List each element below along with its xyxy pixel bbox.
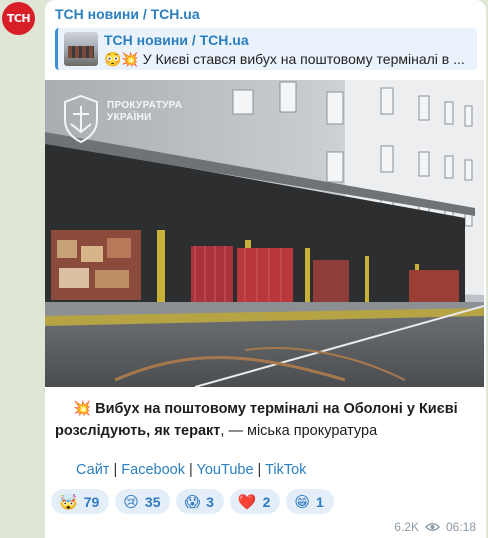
reaction-grin[interactable]: 😁 1 — [286, 489, 334, 514]
link-separator: | — [184, 462, 197, 478]
eye-icon — [424, 523, 440, 531]
link-facebook[interactable]: Facebook — [121, 462, 185, 478]
reactions-bar: 🤯 79 😢 35 😱 3 ❤️ 2 😁 1 — [51, 489, 334, 514]
reaction-count: 3 — [206, 493, 214, 510]
crying-face-icon: 😢 — [123, 492, 139, 511]
reply-preview[interactable]: ТСН новини / TCH.ua 😳💥 У Києві стався ви… — [55, 28, 477, 70]
caption-rest: , — міська прокуратура — [220, 423, 378, 439]
link-separator: | — [253, 462, 266, 478]
message-caption: 💥 Вибух на поштовому терміналі на Оболон… — [55, 398, 475, 442]
warehouse-photo — [45, 80, 484, 387]
view-count: 6.2K — [394, 520, 419, 534]
message-time: 06:18 — [445, 520, 476, 534]
reaction-exploding-head[interactable]: 🤯 79 — [51, 489, 110, 514]
message-bubble: ТСН новини / TCH.ua ТСН новини / TCH.ua … — [45, 0, 486, 538]
link-youtube[interactable]: YouTube — [197, 462, 254, 478]
logo-line-1: ПРОКУРАТУРА — [107, 100, 183, 111]
reply-title: ТСН новини / TCH.ua — [104, 32, 249, 48]
heart-icon: ❤️ — [237, 492, 257, 511]
caption-emoji: 💥 — [73, 401, 92, 417]
reply-thumbnail — [64, 32, 98, 66]
grinning-face-icon: 😁 — [294, 492, 311, 511]
reaction-crying[interactable]: 😢 35 — [115, 489, 171, 514]
reaction-count: 1 — [316, 493, 324, 510]
reaction-count: 35 — [144, 493, 161, 510]
exploding-head-icon: 🤯 — [59, 492, 78, 511]
message-meta: 6.2K 06:18 — [394, 520, 476, 534]
channel-avatar[interactable]: ТСН — [2, 2, 35, 35]
reaction-count: 2 — [262, 493, 271, 510]
reply-text: 😳💥 У Києві стався вибух на поштовому тер… — [104, 51, 465, 67]
reaction-count: 79 — [83, 493, 100, 510]
photo-logo-text: ПРОКУРАТУРА УКРАЇНИ — [107, 100, 182, 124]
link-tiktok[interactable]: TikTok — [265, 462, 306, 478]
reaction-heart[interactable]: ❤️ 2 — [229, 489, 281, 514]
link-site[interactable]: Сайт — [76, 462, 109, 478]
channel-name[interactable]: ТСН новини / TCH.ua — [55, 6, 200, 22]
reaction-screaming[interactable]: 😱 3 — [176, 489, 224, 514]
screaming-face-icon: 😱 — [184, 492, 201, 511]
link-separator: | — [109, 462, 122, 478]
logo-line-2: УКРАЇНИ — [107, 112, 152, 123]
channel-links: Сайт | Facebook | YouTube | TikTok — [76, 462, 306, 478]
message-photo[interactable]: ПРОКУРАТУРА УКРАЇНИ — [45, 80, 484, 387]
